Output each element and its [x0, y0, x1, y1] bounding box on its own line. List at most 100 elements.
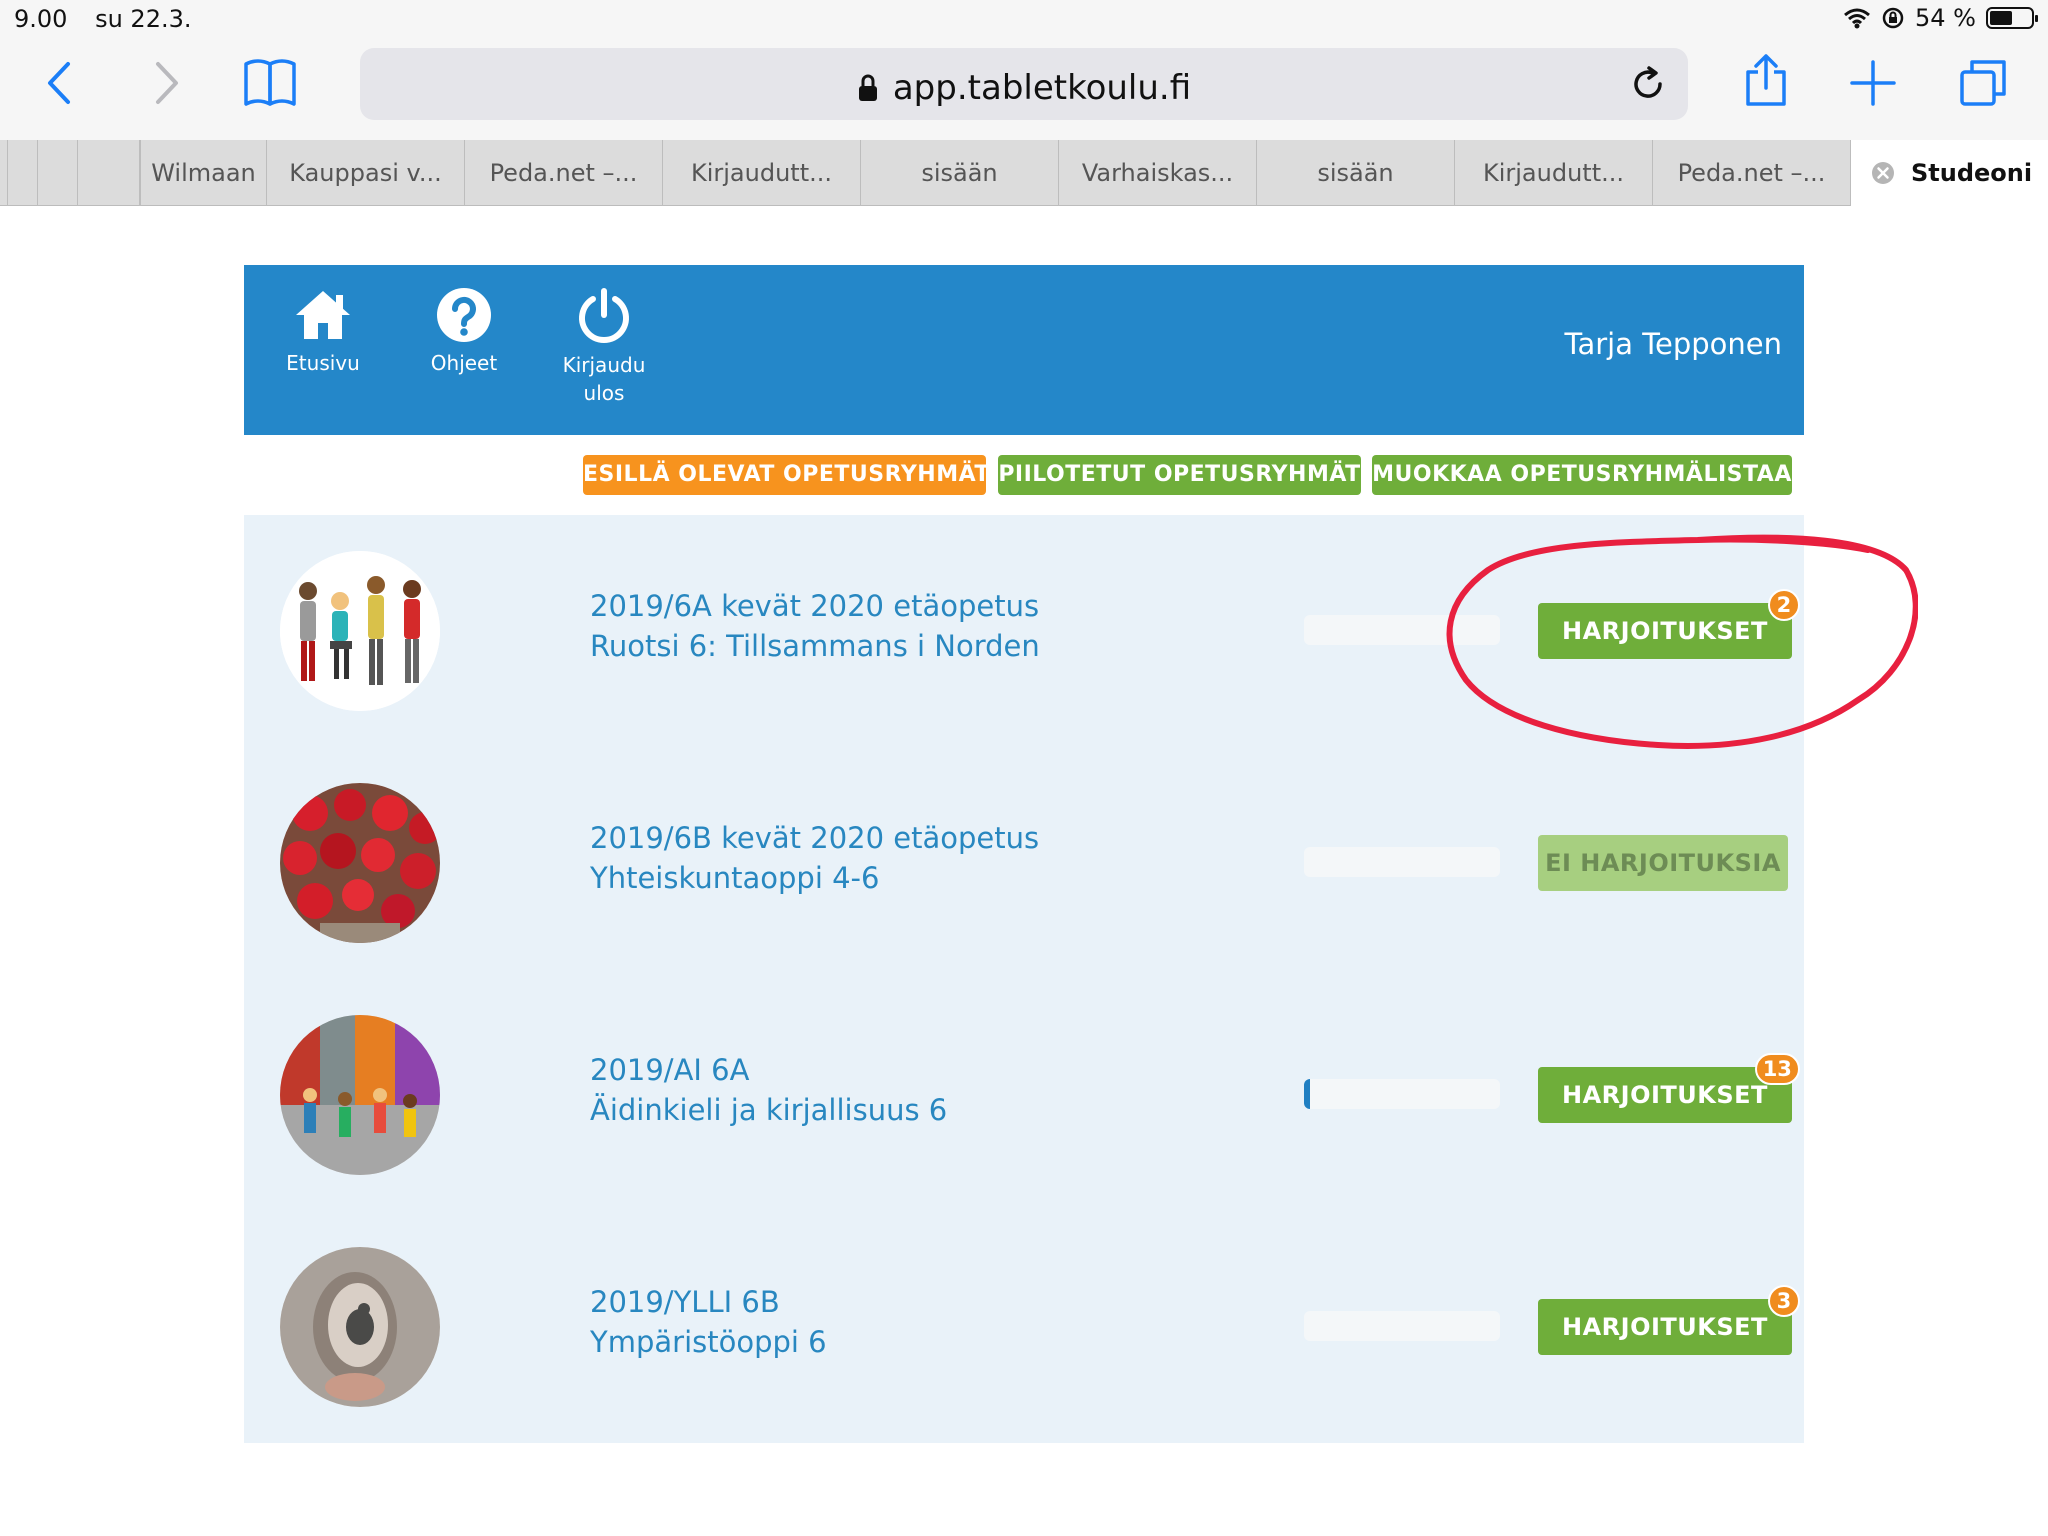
url-text: app.tabletkoulu.fi: [892, 68, 1192, 108]
balloons-photo: [280, 783, 440, 943]
tab-label: Kauppasi v...: [289, 159, 442, 187]
browser-tab-active[interactable]: Studeoni: [1850, 140, 2048, 206]
url-display: app.tabletkoulu.fi: [360, 68, 1688, 112]
progress-bar: [1304, 1311, 1500, 1341]
tab-label: Peda.net –...: [489, 159, 638, 187]
filter-hidden-groups-button[interactable]: PIILOTETUT OPETUSRYHMÄT: [998, 455, 1361, 495]
group-avatar: [280, 1247, 440, 1407]
new-tab-icon[interactable]: [1850, 60, 1896, 106]
battery-icon: [1986, 7, 2038, 29]
exercises-button-label: HARJOITUKSET: [1562, 1081, 1768, 1109]
group-row: 2019/AI 6A Äidinkieli ja kirjallisuus 6 …: [244, 979, 1804, 1211]
filter-visible-groups-button[interactable]: ESILLÄ OLEVAT OPETUSRYHMÄT: [583, 455, 989, 495]
exercises-button-label: HARJOITUKSET: [1562, 1313, 1768, 1341]
app-header: Etusivu Ohjeet Kirjaudu ulos Tarja Teppo…: [244, 265, 1804, 435]
progress-bar: [1304, 1079, 1500, 1109]
status-bar: 9.00 su 22.3. 54 %: [0, 0, 2048, 40]
tab-label: Kirjaudutt...: [690, 159, 832, 187]
exercise-count-badge: 2: [1767, 589, 1800, 621]
nav-help[interactable]: Ohjeet: [404, 287, 524, 377]
browser-tab[interactable]: sisään: [860, 140, 1058, 206]
course-name[interactable]: Yhteiskuntaoppi 4-6: [590, 861, 879, 895]
tab-stub[interactable]: [8, 140, 38, 206]
group-avatar: [280, 1015, 440, 1175]
help-icon: [437, 288, 491, 342]
browser-tab[interactable]: Wilmaan: [140, 140, 266, 206]
address-bar[interactable]: app.tabletkoulu.fi: [360, 48, 1688, 120]
exercises-button[interactable]: HARJOITUKSET 3: [1538, 1285, 1800, 1355]
home-icon: [296, 291, 350, 339]
battery-level: [1990, 11, 2012, 25]
nav-help-label: Ohjeet: [430, 351, 498, 375]
tab-label: sisään: [921, 159, 998, 187]
no-exercises-button: EI HARJOITUKSIA: [1538, 835, 1788, 891]
progress-fill: [1304, 1079, 1310, 1109]
battery-percent: 54 %: [1915, 4, 1976, 32]
nav-home[interactable]: Etusivu: [263, 287, 383, 377]
exercises-button-label: HARJOITUKSET: [1562, 617, 1768, 645]
screen: 9.00 su 22.3. 54 % app.tabletkoulu.fi Wi…: [0, 0, 2048, 1536]
status-left: 9.00 su 22.3.: [14, 5, 212, 33]
back-icon[interactable]: [44, 58, 74, 108]
browser-tab[interactable]: Peda.net –...: [1652, 140, 1850, 206]
tab-label: Varhaiskas...: [1081, 159, 1234, 187]
user-name[interactable]: Tarja Tepponen: [1565, 327, 1782, 361]
close-tab-icon[interactable]: [1871, 161, 1895, 185]
progress-bar: [1304, 615, 1500, 645]
reload-icon[interactable]: [1630, 66, 1666, 102]
browser-toolbar: app.tabletkoulu.fi: [0, 40, 2048, 140]
tab-label: Kirjaudutt...: [1482, 159, 1624, 187]
browser-tab[interactable]: Peda.net –...: [464, 140, 662, 206]
nav-home-label: Etusivu: [286, 351, 360, 375]
course-name[interactable]: Ympäristöoppi 6: [590, 1325, 827, 1359]
status-time: 9.00: [14, 5, 68, 33]
group-name[interactable]: 2019/AI 6A: [590, 1053, 749, 1087]
rotation-lock-icon: [1882, 7, 1904, 29]
lock-icon: [858, 74, 877, 101]
tab-label: Peda.net –...: [1677, 159, 1826, 187]
forward-icon[interactable]: [152, 58, 182, 108]
no-exercises-label: EI HARJOITUKSIA: [1545, 849, 1781, 877]
group-name[interactable]: 2019/6A kevät 2020 etäopetus: [590, 589, 1039, 623]
tab-stub[interactable]: [78, 140, 140, 206]
exercise-count-badge: 13: [1754, 1053, 1800, 1085]
street-illustration: [280, 1015, 440, 1175]
tab-stub[interactable]: [0, 140, 8, 206]
students-illustration: [280, 551, 440, 711]
browser-tab[interactable]: Kauppasi v...: [266, 140, 464, 206]
group-row: 2019/YLLI 6B Ympäristöoppi 6 HARJOITUKSE…: [244, 1211, 1804, 1443]
share-icon[interactable]: [1744, 52, 1788, 108]
browser-tab[interactable]: Kirjaudutt...: [1454, 140, 1652, 206]
turtle-photo: [280, 1247, 440, 1407]
browser-tab[interactable]: sisään: [1256, 140, 1454, 206]
nav-logout-label: Kirjaudu ulos: [562, 353, 646, 405]
group-list: 2019/6A kevät 2020 etäopetus Ruotsi 6: T…: [244, 515, 1804, 1443]
tab-label: Wilmaan: [151, 159, 256, 187]
wifi-icon: [1844, 8, 1870, 29]
power-icon: [579, 288, 629, 344]
tab-label: Studeoni: [1911, 159, 2033, 187]
browser-tab[interactable]: Kirjaudutt...: [662, 140, 860, 206]
course-name[interactable]: Ruotsi 6: Tillsammans i Norden: [590, 629, 1040, 663]
course-name[interactable]: Äidinkieli ja kirjallisuus 6: [590, 1093, 947, 1127]
exercises-button[interactable]: HARJOITUKSET 2: [1538, 589, 1800, 659]
exercises-button[interactable]: HARJOITUKSET 13: [1538, 1053, 1800, 1123]
tab-stub[interactable]: [38, 140, 78, 206]
tab-strip: Wilmaan Kauppasi v... Peda.net –... Kirj…: [0, 140, 2048, 206]
edit-group-list-button[interactable]: MUOKKAA OPETUSRYHMÄLISTAA: [1372, 455, 1792, 495]
group-avatar: [280, 783, 440, 943]
tab-label: sisään: [1317, 159, 1394, 187]
group-name[interactable]: 2019/6B kevät 2020 etäopetus: [590, 821, 1039, 855]
group-row: 2019/6A kevät 2020 etäopetus Ruotsi 6: T…: [244, 515, 1804, 747]
nav-logout[interactable]: Kirjaudu ulos: [544, 287, 664, 407]
group-name[interactable]: 2019/YLLI 6B: [590, 1285, 780, 1319]
progress-bar: [1304, 847, 1500, 877]
browser-tab[interactable]: Varhaiskas...: [1058, 140, 1256, 206]
exercise-count-badge: 3: [1767, 1285, 1800, 1317]
group-avatar: [280, 551, 440, 711]
group-row: 2019/6B kevät 2020 etäopetus Yhteiskunta…: [244, 747, 1804, 979]
status-date: su 22.3.: [95, 5, 192, 33]
tabs-overview-icon[interactable]: [1958, 58, 2008, 108]
status-right: 54 %: [1843, 4, 2038, 32]
bookmarks-icon[interactable]: [242, 56, 298, 108]
